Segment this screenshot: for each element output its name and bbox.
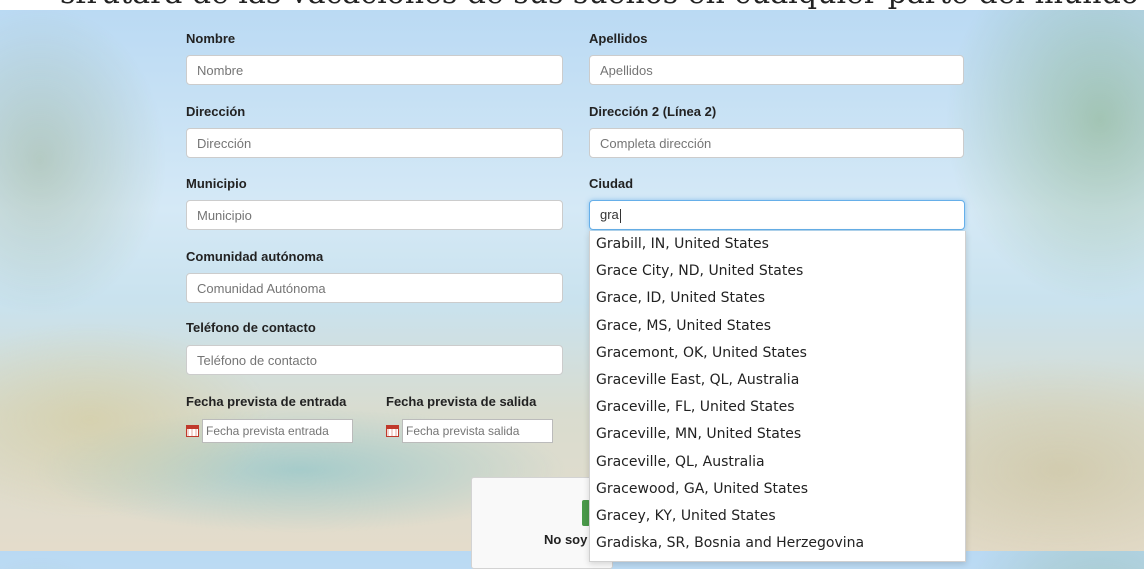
direccion-input[interactable]	[186, 128, 563, 158]
apellidos-input[interactable]	[589, 55, 964, 85]
fecha-entrada-group	[186, 419, 353, 443]
ciudad-input-value: gra	[600, 207, 619, 222]
autocomplete-option[interactable]: Grace City, ND, United States	[590, 258, 965, 285]
page-heading: sfrutará de las vacaciones de sus sueños…	[60, 0, 1139, 10]
autocomplete-option[interactable]: Gradiska, SR, Bosnia and Herzegovina	[590, 530, 965, 557]
municipio-input[interactable]	[186, 200, 563, 230]
comunidad-input[interactable]	[186, 273, 563, 303]
nombre-label: Nombre	[186, 31, 236, 46]
autocomplete-option[interactable]: Graceville, MN, United States	[590, 421, 965, 448]
autocomplete-option[interactable]: Gracemont, OK, United States	[590, 340, 965, 367]
apellidos-label: Apellidos	[589, 31, 648, 46]
telefono-input[interactable]	[186, 345, 563, 375]
nombre-input[interactable]	[186, 55, 563, 85]
fecha-salida-group	[386, 419, 553, 443]
text-caret	[619, 208, 621, 223]
municipio-label: Municipio	[186, 176, 247, 191]
fecha-entrada-label: Fecha prevista de entrada	[186, 394, 347, 409]
direccion-label: Dirección	[186, 104, 246, 119]
direccion2-input[interactable]	[589, 128, 964, 158]
calendar-icon[interactable]	[186, 425, 199, 437]
autocomplete-option[interactable]: Grace, MS, United States	[590, 313, 965, 340]
autocomplete-option[interactable]: Gracey, KY, United States	[590, 503, 965, 530]
ciudad-input[interactable]: gra	[589, 200, 965, 230]
page-heading-strip: sfrutará de las vacaciones de sus sueños…	[0, 0, 1144, 10]
fecha-entrada-input[interactable]	[202, 419, 353, 443]
fecha-salida-input[interactable]	[402, 419, 553, 443]
ciudad-autocomplete-list: Grabill, IN, United States Grace City, ND…	[589, 231, 966, 562]
fecha-salida-label: Fecha prevista de salida	[386, 394, 537, 409]
direccion2-label: Dirección 2 (Línea 2)	[589, 104, 717, 119]
autocomplete-option[interactable]: Graceville East, QL, Australia	[590, 367, 965, 394]
autocomplete-option[interactable]: Gracewood, GA, United States	[590, 476, 965, 503]
autocomplete-option[interactable]: Graceville, FL, United States	[590, 394, 965, 421]
autocomplete-option[interactable]: Grabill, IN, United States	[590, 231, 965, 258]
autocomplete-option[interactable]: Graceville, QL, Australia	[590, 449, 965, 476]
ciudad-label: Ciudad	[589, 176, 634, 191]
telefono-label: Teléfono de contacto	[186, 320, 316, 335]
comunidad-label: Comunidad autónoma	[186, 249, 324, 264]
autocomplete-option[interactable]: Grace, ID, United States	[590, 285, 965, 312]
calendar-icon[interactable]	[386, 425, 399, 437]
recaptcha-label: No soy	[544, 532, 588, 547]
